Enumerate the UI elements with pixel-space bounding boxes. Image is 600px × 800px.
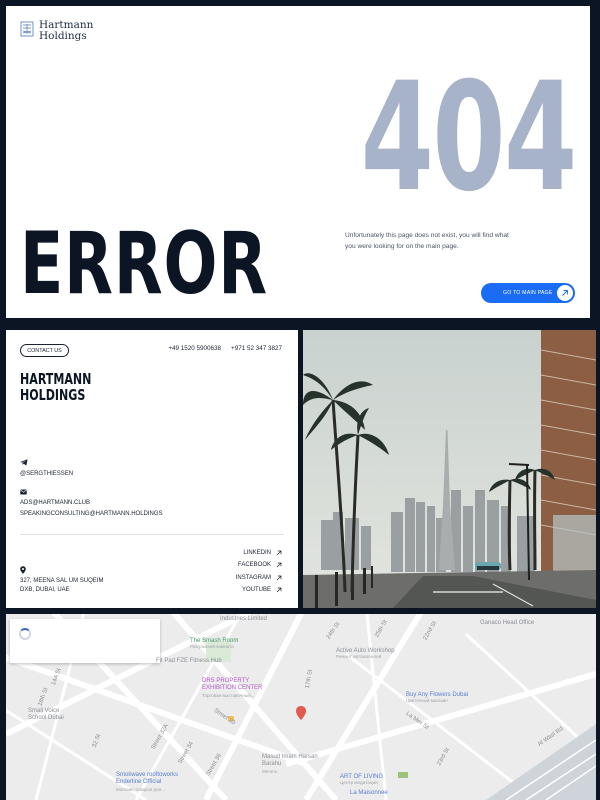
location-pin-icon — [20, 566, 26, 574]
phone-link-1[interactable]: +49 1520 5900638 — [168, 345, 221, 352]
logo-line-2: Holdings — [39, 30, 87, 42]
go-to-main-page-button[interactable]: GO TO MAIN PAGE — [481, 283, 575, 303]
location-map[interactable]: Industries Limited The Smash Room Разгром… — [6, 614, 596, 800]
city-street-illustration — [303, 330, 596, 608]
social-link-instagram[interactable]: INSTAGRAM — [236, 574, 282, 582]
logo-wordmark: Hartmann Holdings — [39, 20, 93, 42]
social-links: LINKEDIN FACEBOOK INSTAGRAM YOUTUBE — [236, 549, 282, 594]
map-place-label[interactable]: DRS PROPERTY EXHIBITION CENTER Торговая в… — [202, 678, 276, 699]
email-link-speaking[interactable]: SPEAKINGCONSULTING@HARTMANN.HOLDINGS — [20, 511, 163, 517]
map-place-label[interactable]: The Smash Room Разгромная комната — [190, 638, 238, 649]
map-place-label[interactable]: La Maisonnee — [350, 790, 388, 796]
error-message: Unfortunately this page does not exist, … — [345, 232, 509, 250]
phone-numbers: +49 1520 5900638 +971 52 347 3827 — [168, 345, 282, 352]
map-place-label[interactable]: Fit Pad FZE Fitness Hub — [156, 658, 222, 664]
social-link-linkedin[interactable]: LINKEDIN — [243, 549, 282, 557]
address-line-1: 327, MEENA SAL UM SUQEIM — [20, 578, 104, 584]
map-place-label[interactable]: Smokwave rooftoworks Enderline Official М… — [116, 772, 194, 793]
dubai-skyline-photo — [303, 330, 596, 608]
social-link-youtube[interactable]: YOUTUBE — [242, 587, 282, 595]
telegram-icon — [20, 459, 28, 466]
go-to-main-page-label: GO TO MAIN PAGE — [503, 290, 553, 296]
address-line-2: DXB, DUBAI, UAE — [20, 587, 70, 593]
brand-line-2: HOLDINGS — [20, 386, 86, 404]
social-label: INSTAGRAM — [235, 574, 271, 581]
loading-spinner-icon — [19, 628, 31, 640]
arrow-up-right-icon — [276, 550, 282, 555]
map-place-label[interactable]: Industries Limited — [220, 616, 267, 622]
site-logo[interactable]: Hartmann Holdings — [20, 20, 93, 42]
contact-panel: CONTACT US +49 1520 5900638 +971 52 347 … — [6, 330, 298, 608]
telegram-handle-link[interactable]: @SERGTHIESSEN — [20, 471, 73, 477]
arrow-up-right-icon — [557, 285, 573, 301]
logo-mark-icon — [20, 21, 34, 37]
mail-icon — [20, 489, 27, 495]
social-link-facebook[interactable]: FACEBOOK — [238, 562, 282, 570]
map-place-label[interactable]: ART OF LIVING Центр медитации — [340, 774, 383, 785]
contact-divider — [20, 534, 284, 535]
social-label: YOUTUBE — [241, 587, 271, 594]
map-loading-card — [10, 619, 160, 663]
error-hero-panel: Hartmann Holdings 404 ERROR Unfortunatel… — [6, 6, 590, 318]
arrow-up-right-icon — [276, 575, 282, 580]
map-place-label[interactable]: Ganaco Head Office — [480, 620, 534, 626]
contact-us-button[interactable]: CONTACT US — [20, 344, 69, 357]
social-label: LINKEDIN — [243, 549, 271, 556]
map-place-label[interactable]: Active Auto Workshop Ремонт автомобилей — [336, 648, 395, 659]
arrow-up-right-icon — [276, 562, 282, 568]
error-code: 404 — [360, 51, 578, 225]
map-place-label[interactable]: Buy Any Flowers Dubai Цветочный магазин — [406, 692, 468, 703]
phone-link-2[interactable]: +971 52 347 3827 — [231, 345, 282, 352]
email-link-ads[interactable]: ADS@HARTMANN.CLUB — [20, 500, 90, 506]
error-heading: ERROR — [20, 214, 268, 314]
map-place-label[interactable]: Small Voice School Dubai — [28, 708, 76, 722]
brand-line-1: HARTMANN — [20, 370, 92, 388]
map-place-label[interactable]: Masud Imam Harsan Barahu Мечеть — [262, 754, 322, 775]
social-label: FACEBOOK — [237, 562, 271, 569]
brand-name: HARTMANN HOLDINGS — [20, 371, 91, 403]
arrow-up-right-icon — [276, 587, 282, 593]
